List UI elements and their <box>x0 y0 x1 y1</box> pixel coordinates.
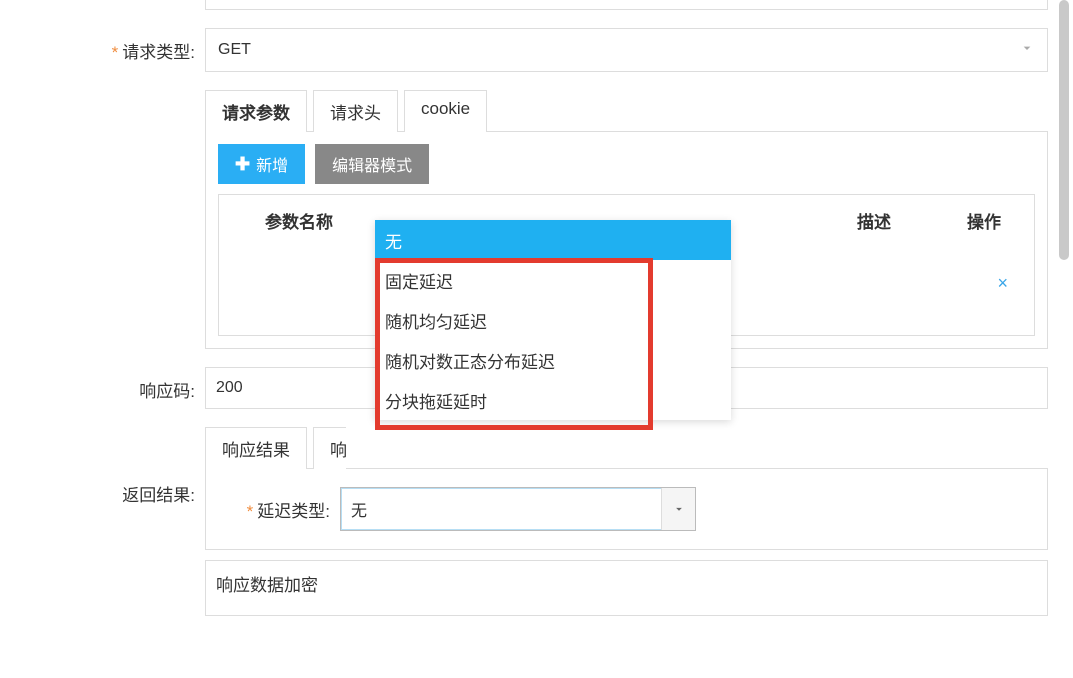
response-encrypt-box: 响应数据加密 <box>205 560 1048 616</box>
response-code-value: 200 <box>216 379 243 397</box>
row-delete-icon[interactable]: × <box>997 273 1008 294</box>
request-type-value: GET <box>218 41 251 59</box>
request-tabs: 请求参数 请求头 cookie <box>205 90 1048 132</box>
col-ops: 操作 <box>934 208 1034 233</box>
plus-icon: ✚ <box>235 154 250 175</box>
add-button[interactable]: ✚ 新增 <box>218 144 305 184</box>
chevron-down-icon <box>661 488 695 530</box>
chevron-down-icon <box>1019 40 1035 61</box>
request-type-label: *请求类型: <box>80 28 205 63</box>
delay-type-value: 无 <box>351 497 367 521</box>
response-result-panel: *延迟类型: 无 <box>205 468 1048 550</box>
tab-request-cookie[interactable]: cookie <box>404 90 487 132</box>
tab-response-second[interactable]: 响 <box>313 427 346 469</box>
delay-option-fixed[interactable]: 固定延迟 <box>375 260 731 300</box>
request-type-select[interactable]: GET <box>205 28 1048 72</box>
scrollbar-thumb[interactable] <box>1059 0 1069 260</box>
return-result-label: 返回结果: <box>80 427 205 506</box>
add-button-label: 新增 <box>256 152 288 176</box>
delay-option-lognormal[interactable]: 随机对数正态分布延迟 <box>375 340 731 380</box>
col-param-name: 参数名称 <box>219 208 364 233</box>
delay-option-none[interactable]: 无 <box>375 220 731 260</box>
delay-type-select[interactable]: 无 <box>340 487 696 531</box>
editor-mode-label: 编辑器模式 <box>332 152 412 176</box>
delay-type-dropdown: 无 固定延迟 随机均匀延迟 随机对数正态分布延迟 分块拖延延时 <box>375 220 731 420</box>
tab-request-headers[interactable]: 请求头 <box>313 90 398 132</box>
tab-request-params[interactable]: 请求参数 <box>205 90 307 132</box>
editor-mode-button[interactable]: 编辑器模式 <box>315 144 429 184</box>
response-code-label: 响应码: <box>80 367 205 402</box>
tab-response-result[interactable]: 响应结果 <box>205 427 307 469</box>
delay-option-chunked[interactable]: 分块拖延延时 <box>375 380 731 420</box>
delay-type-label: *延迟类型: <box>220 497 340 522</box>
prev-field-bottom-edge <box>205 0 1048 10</box>
response-tabs: 响应结果 响 <box>205 427 1048 469</box>
col-desc: 描述 <box>814 208 934 233</box>
delay-option-uniform[interactable]: 随机均匀延迟 <box>375 300 731 340</box>
response-encrypt-title: 响应数据加密 <box>216 571 318 596</box>
